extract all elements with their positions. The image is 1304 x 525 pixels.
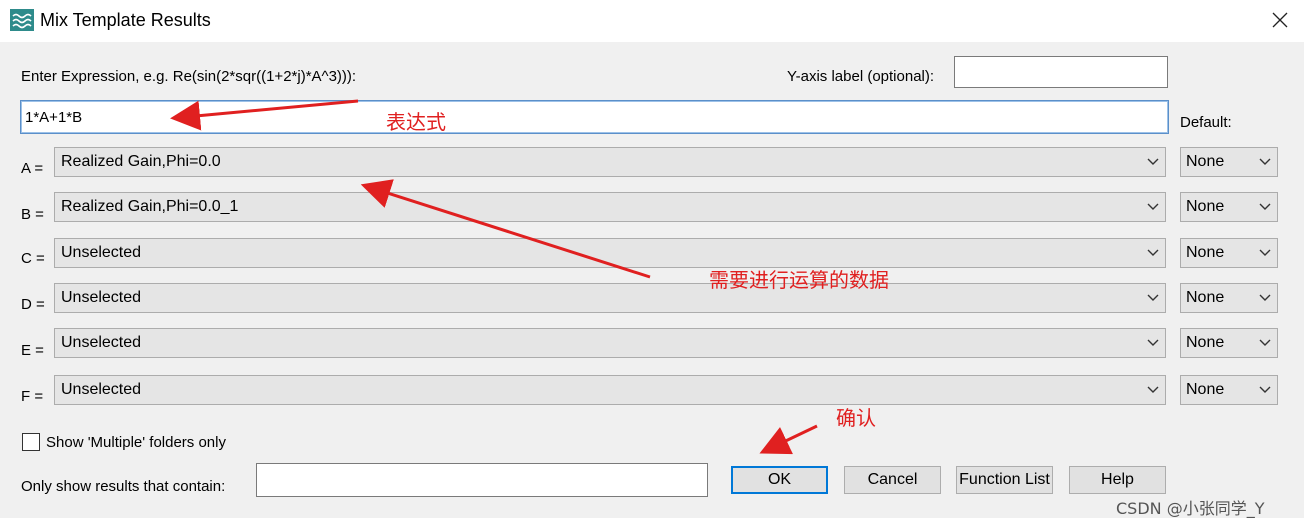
filter-input[interactable] [256, 463, 708, 497]
variable-f-select[interactable]: Unselected [54, 375, 1166, 405]
variable-c-select[interactable]: Unselected [54, 238, 1166, 268]
variable-c-label: C = [21, 250, 45, 267]
variable-f-value: Unselected [61, 381, 142, 398]
variable-b-label: B = [21, 206, 44, 223]
default-b-value: None [1186, 198, 1225, 215]
variable-a-value: Realized Gain,Phi=0.0 [61, 153, 221, 170]
default-d-value: None [1186, 289, 1225, 306]
default-f-select[interactable]: None [1180, 375, 1278, 405]
show-multiple-checkbox[interactable] [22, 433, 40, 451]
variable-f-label: F = [21, 388, 44, 405]
variable-c-value: Unselected [61, 244, 142, 261]
default-a-value: None [1186, 153, 1225, 170]
variable-e-value: Unselected [61, 334, 142, 351]
help-button[interactable]: Help [1069, 466, 1166, 494]
close-button[interactable] [1266, 6, 1294, 34]
variable-e-label: E = [21, 342, 44, 359]
chevron-down-icon [1147, 249, 1159, 256]
chevron-down-icon [1147, 386, 1159, 393]
y-axis-label: Y-axis label (optional): [787, 68, 935, 85]
close-icon [1272, 12, 1288, 28]
chevron-down-icon [1259, 158, 1271, 165]
default-label: Default: [1180, 114, 1232, 131]
y-axis-input[interactable] [954, 56, 1168, 88]
variable-a-select[interactable]: Realized Gain,Phi=0.0 [54, 147, 1166, 177]
default-a-select[interactable]: None [1180, 147, 1278, 177]
filter-label: Only show results that contain: [21, 478, 226, 495]
default-d-select[interactable]: None [1180, 283, 1278, 313]
chevron-down-icon [1259, 294, 1271, 301]
variable-b-value: Realized Gain,Phi=0.0_1 [61, 198, 239, 215]
default-f-value: None [1186, 381, 1225, 398]
default-c-select[interactable]: None [1180, 238, 1278, 268]
default-c-value: None [1186, 244, 1225, 261]
title-bar: Mix Template Results [0, 0, 1304, 42]
chevron-down-icon [1147, 339, 1159, 346]
cancel-button[interactable]: Cancel [844, 466, 941, 494]
confirm-arrow [759, 424, 818, 455]
default-e-select[interactable]: None [1180, 328, 1278, 358]
variable-a-label: A = [21, 160, 44, 177]
ok-button[interactable]: OK [731, 466, 828, 494]
function-list-button[interactable]: Function List [956, 466, 1053, 494]
bottom-strip [0, 518, 1304, 525]
annotation-expression: 表达式 [386, 110, 446, 134]
variable-b-select[interactable]: Realized Gain,Phi=0.0_1 [54, 192, 1166, 222]
chevron-down-icon [1147, 203, 1159, 210]
default-b-select[interactable]: None [1180, 192, 1278, 222]
window-title: Mix Template Results [40, 10, 211, 30]
chevron-down-icon [1259, 203, 1271, 210]
chevron-down-icon [1259, 339, 1271, 346]
chevron-down-icon [1259, 249, 1271, 256]
watermark: CSDN @小张同学_Y [1116, 499, 1265, 518]
default-e-value: None [1186, 334, 1225, 351]
annotation-data: 需要进行运算的数据 [709, 268, 889, 292]
expression-label: Enter Expression, e.g. Re(sin(2*sqr((1+2… [21, 68, 357, 85]
expression-input[interactable]: 1*A+1*B [20, 100, 1169, 134]
show-multiple-label: Show 'Multiple' folders only [46, 434, 226, 451]
waves-icon [10, 9, 34, 31]
chevron-down-icon [1259, 386, 1271, 393]
variable-e-select[interactable]: Unselected [54, 328, 1166, 358]
chevron-down-icon [1147, 294, 1159, 301]
annotation-confirm: 确认 [836, 406, 876, 430]
variable-d-value: Unselected [61, 289, 142, 306]
variable-d-label: D = [21, 296, 45, 313]
variable-d-select[interactable]: Unselected [54, 283, 1166, 313]
chevron-down-icon [1147, 158, 1159, 165]
